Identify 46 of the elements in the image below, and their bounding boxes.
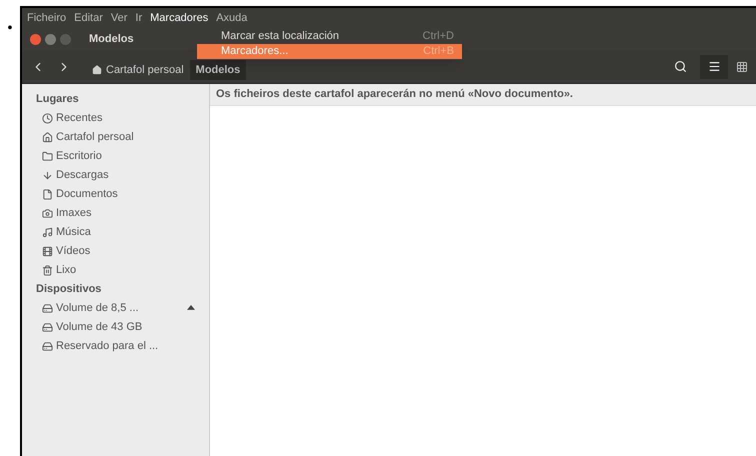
sidebar-item[interactable]: Vídeos xyxy=(36,242,209,261)
menu-item[interactable]: Axuda xyxy=(213,10,250,26)
sidebar-item[interactable]: Volume de 43 GB xyxy=(36,318,209,337)
sidebar-item[interactable]: Imaxes xyxy=(36,204,209,223)
sidebar-item[interactable]: Música xyxy=(36,223,209,242)
menu-item[interactable]: Editar xyxy=(71,10,106,26)
sidebar-item[interactable]: Documentos xyxy=(36,185,209,204)
sidebar-item[interactable]: Lixo xyxy=(36,261,209,280)
breadcrumb-button[interactable]: Modelos xyxy=(190,60,246,80)
menu-item[interactable]: Ficheiro xyxy=(24,10,70,26)
home-icon xyxy=(92,65,102,75)
folder-icon xyxy=(42,151,53,162)
grid-icon xyxy=(736,60,748,72)
camera-icon xyxy=(42,208,53,219)
info-message: Os ficheiros deste cartafol aparecerán no menú «Novo documento». xyxy=(216,87,573,102)
menu-entry[interactable]: Marcar esta localización Ctrl+D xyxy=(197,29,462,44)
sidebar-heading: Dispositivos xyxy=(36,282,102,298)
list-view-button[interactable] xyxy=(700,54,728,78)
sidebar-heading: Lugares xyxy=(36,92,80,108)
trash-icon xyxy=(42,265,53,276)
menu-item[interactable]: Ir xyxy=(132,10,146,26)
sidebar-item[interactable]: Descargas xyxy=(36,166,209,185)
eject-icon[interactable] xyxy=(187,305,195,312)
drive-icon xyxy=(42,303,53,314)
search-icon xyxy=(674,60,686,73)
drive-icon xyxy=(42,341,53,352)
film-icon xyxy=(42,246,53,257)
sidebar-item[interactable]: Reservado para el ... xyxy=(36,337,209,356)
breadcrumb-button[interactable]: Cartafol persoal xyxy=(86,60,190,80)
music-icon xyxy=(42,227,53,238)
close-button[interactable] xyxy=(30,34,41,44)
minimize-button[interactable] xyxy=(45,34,56,44)
download-icon xyxy=(42,170,53,181)
menu-item[interactable]: Marcadores xyxy=(147,10,212,26)
sidebar-item[interactable]: Escritorio xyxy=(36,147,209,166)
clock-icon xyxy=(42,113,53,124)
document-icon xyxy=(42,189,53,200)
home-icon xyxy=(42,132,53,143)
drive-icon xyxy=(42,322,53,333)
bullet: • xyxy=(8,20,12,37)
sidebar-item[interactable]: Volume de 8,5 ... xyxy=(36,299,209,318)
menu-item[interactable]: Ver xyxy=(108,10,130,26)
list-icon xyxy=(708,60,720,73)
sidebar-item[interactable]: Recentes xyxy=(36,109,209,128)
sidebar-item[interactable]: Cartafol persoal xyxy=(36,128,209,147)
window-title: Modelos xyxy=(89,32,134,47)
